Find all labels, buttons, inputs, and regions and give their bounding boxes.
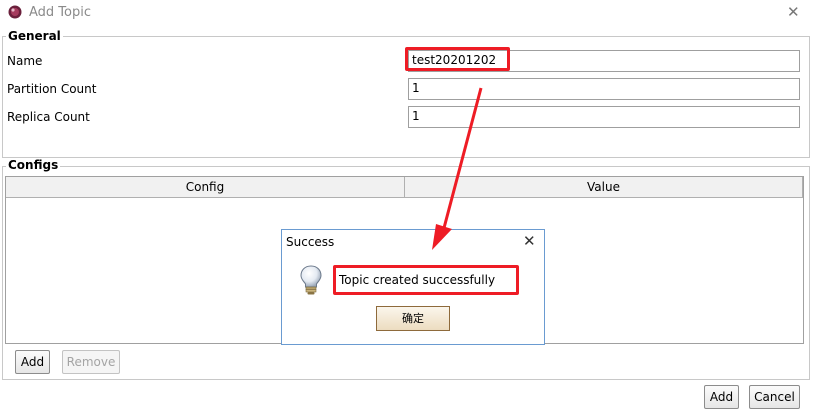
column-header-value[interactable]: Value (405, 177, 803, 198)
dialog-title: Success (286, 235, 335, 249)
configs-add-button[interactable]: Add (15, 350, 50, 374)
dialog-close-button[interactable]: ✕ (523, 232, 536, 250)
lightbulb-icon (300, 265, 322, 295)
partition-count-field[interactable]: 1 (408, 78, 800, 100)
name-label: Name (7, 54, 43, 68)
replica-count-label: Replica Count (7, 110, 90, 124)
app-icon (8, 5, 22, 19)
name-field-highlight (405, 47, 510, 71)
message-highlight (333, 265, 519, 295)
dialog-ok-button[interactable]: 确定 (376, 306, 450, 331)
window-title: Add Topic (29, 5, 91, 20)
partition-count-label: Partition Count (7, 82, 97, 96)
window-close-button[interactable]: ✕ (787, 3, 800, 21)
column-header-config[interactable]: Config (6, 177, 405, 198)
title-bar: Add Topic ✕ (0, 0, 815, 26)
footer-add-button[interactable]: Add (704, 385, 739, 409)
replica-count-field[interactable]: 1 (408, 106, 800, 128)
configs-remove-button[interactable]: Remove (62, 350, 120, 374)
configs-legend: Configs (6, 158, 61, 172)
footer-cancel-button[interactable]: Cancel (749, 385, 800, 409)
general-legend: General (6, 29, 63, 43)
